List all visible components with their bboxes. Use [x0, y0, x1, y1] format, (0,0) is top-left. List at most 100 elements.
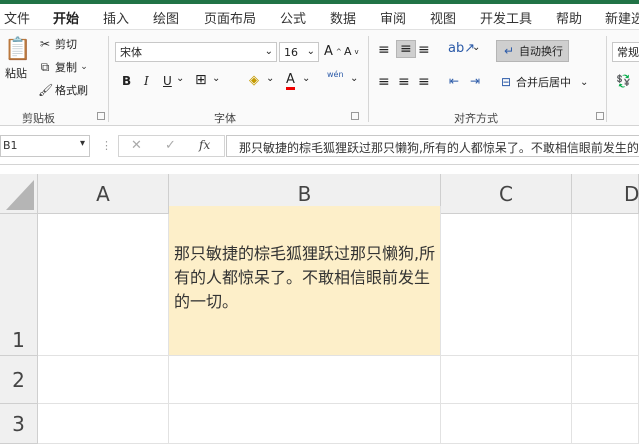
bold-button[interactable]: B: [122, 74, 131, 88]
cut-label: 剪切: [55, 38, 77, 51]
decrease-indent-icon[interactable]: ⇤: [449, 74, 459, 88]
cell-b3[interactable]: [169, 404, 441, 444]
chevron-down-icon[interactable]: ⌄: [212, 73, 220, 84]
align-bottom-icon[interactable]: ≡: [418, 42, 430, 58]
font-launcher-icon[interactable]: [351, 112, 359, 120]
format-painter-label: 格式刷: [55, 84, 88, 97]
alignment-group-label: 对齐方式: [454, 112, 498, 125]
more-dots-icon[interactable]: ⋮: [101, 139, 112, 152]
tab-page-layout[interactable]: 页面布局: [204, 8, 256, 27]
tab-view[interactable]: 视图: [430, 8, 456, 27]
clipboard-icon: 📋: [4, 37, 32, 62]
shrink-font-icon: A: [344, 45, 352, 58]
chevron-down-icon[interactable]: ⌄: [176, 73, 184, 84]
column-header-a[interactable]: A: [38, 174, 169, 214]
cell-a3[interactable]: [38, 404, 169, 444]
align-top-icon[interactable]: ≡: [378, 42, 390, 58]
cut-button[interactable]: ✂ 剪切: [38, 36, 77, 52]
select-all-triangle-icon: [6, 180, 34, 210]
increase-indent-icon[interactable]: ⇥: [470, 74, 480, 88]
scissors-icon: ✂: [39, 37, 51, 51]
align-left-icon[interactable]: ≡: [378, 74, 390, 90]
tab-file[interactable]: 文件: [4, 8, 30, 27]
tab-insert[interactable]: 插入: [103, 8, 129, 27]
chevron-down-icon[interactable]: ⌄: [80, 60, 88, 74]
chevron-down-icon[interactable]: ⌄: [580, 77, 588, 88]
merge-cells-icon: ⊟: [500, 75, 512, 89]
paintbrush-icon: 🖌: [38, 83, 54, 97]
clipboard-launcher-icon[interactable]: [97, 112, 105, 120]
tab-help[interactable]: 帮助: [556, 8, 582, 27]
underline-button[interactable]: U: [163, 74, 172, 88]
font-size-value: 16: [284, 46, 298, 59]
tab-data[interactable]: 数据: [330, 8, 356, 27]
cell-a2[interactable]: [38, 356, 169, 404]
number-format-value: 常规: [617, 46, 639, 59]
shrink-font-button[interactable]: Av: [344, 45, 359, 58]
select-all-corner[interactable]: [0, 174, 38, 214]
align-middle-icon[interactable]: ≡: [396, 40, 416, 58]
paste-button[interactable]: 📋 粘贴: [4, 36, 32, 81]
cancel-icon[interactable]: ✕: [131, 138, 142, 153]
font-name-value: 宋体: [120, 46, 142, 59]
chevron-down-icon: ⌄: [306, 46, 315, 57]
copy-icon: ⧉: [40, 60, 50, 74]
row-header-2[interactable]: 2: [0, 356, 38, 404]
cell-c2[interactable]: [441, 356, 572, 404]
font-size-select[interactable]: 16 ⌄: [279, 42, 319, 62]
wrap-text-icon: ↵: [503, 44, 515, 58]
number-format-select[interactable]: 常规: [612, 42, 639, 62]
border-icon[interactable]: ⊞: [195, 72, 207, 88]
column-header-c[interactable]: C: [441, 174, 572, 214]
alignment-launcher-icon[interactable]: [596, 112, 604, 120]
formula-actions: ✕ ✓ fx: [118, 135, 225, 157]
align-center-icon[interactable]: ≡: [398, 74, 410, 90]
row-header-1[interactable]: 1: [0, 214, 38, 356]
chevron-down-icon[interactable]: ⌄: [266, 73, 274, 84]
tab-developer[interactable]: 开发工具: [480, 8, 532, 27]
divider: [108, 36, 109, 122]
column-header-d[interactable]: D: [572, 174, 639, 214]
cell-d2[interactable]: [572, 356, 639, 404]
cell-a1[interactable]: [38, 214, 169, 356]
chevron-down-icon[interactable]: ⌄: [472, 42, 480, 53]
cell-b2[interactable]: [169, 356, 441, 404]
font-group-label: 字体: [214, 112, 236, 125]
formula-input[interactable]: 那只敏捷的棕毛狐狸跃过那只懒狗,所有的人都惊呆了。不敢相信眼前发生的一切。: [226, 135, 639, 157]
chevron-down-icon[interactable]: ⌄: [350, 73, 358, 84]
merge-center-label: 合并后居中: [516, 76, 571, 89]
cell-d3[interactable]: [572, 404, 639, 444]
format-painter-button[interactable]: 🖌 格式刷: [38, 82, 88, 98]
chevron-down-icon[interactable]: ⌄: [302, 73, 310, 84]
cell-d1[interactable]: [572, 214, 639, 356]
copy-label: 复制: [55, 61, 77, 74]
wrap-text-button[interactable]: ↵ 自动换行: [496, 40, 569, 62]
copy-button[interactable]: ⧉ 复制 ⌄: [38, 59, 88, 75]
cell-b1-text: 那只敏捷的棕毛狐狸跃过那只懒狗,所有的人都惊呆了。不敢相信眼前发生的一切。: [174, 244, 436, 311]
fill-color-icon[interactable]: ◈: [249, 73, 259, 88]
cell-c1[interactable]: [441, 214, 572, 356]
font-color-button[interactable]: A: [286, 72, 295, 90]
align-right-icon[interactable]: ≡: [418, 74, 430, 90]
divider: [606, 36, 607, 122]
chevron-down-icon: ▾: [79, 138, 85, 149]
row-header-3[interactable]: 3: [0, 404, 38, 444]
italic-button[interactable]: I: [144, 74, 149, 88]
currency-icon[interactable]: 💱: [616, 74, 631, 88]
phonetic-guide-button[interactable]: wén: [327, 70, 344, 79]
cell-c3[interactable]: [441, 404, 572, 444]
paste-label: 粘贴: [5, 67, 27, 80]
tab-draw[interactable]: 绘图: [153, 8, 179, 27]
tab-formulas[interactable]: 公式: [280, 8, 306, 27]
merge-center-button[interactable]: ⊟ 合并后居中 ⌄: [499, 74, 588, 90]
clipboard-group-label: 剪贴板: [22, 112, 55, 125]
grow-font-button[interactable]: A ^: [324, 44, 342, 59]
insert-function-icon[interactable]: fx: [199, 138, 210, 152]
enter-icon[interactable]: ✓: [165, 138, 176, 153]
tab-new-group[interactable]: 新建选: [605, 8, 639, 27]
name-box[interactable]: B1 ▾: [0, 135, 90, 157]
tab-home[interactable]: 开始: [53, 8, 80, 33]
tab-review[interactable]: 审阅: [380, 8, 406, 27]
ribbon-home: 📋 粘贴 ✂ 剪切 ⧉ 复制 ⌄ 🖌 格式刷 剪贴板 宋体 ⌄ 16 ⌄ A ^ …: [0, 30, 639, 126]
font-name-select[interactable]: 宋体 ⌄: [115, 42, 277, 62]
